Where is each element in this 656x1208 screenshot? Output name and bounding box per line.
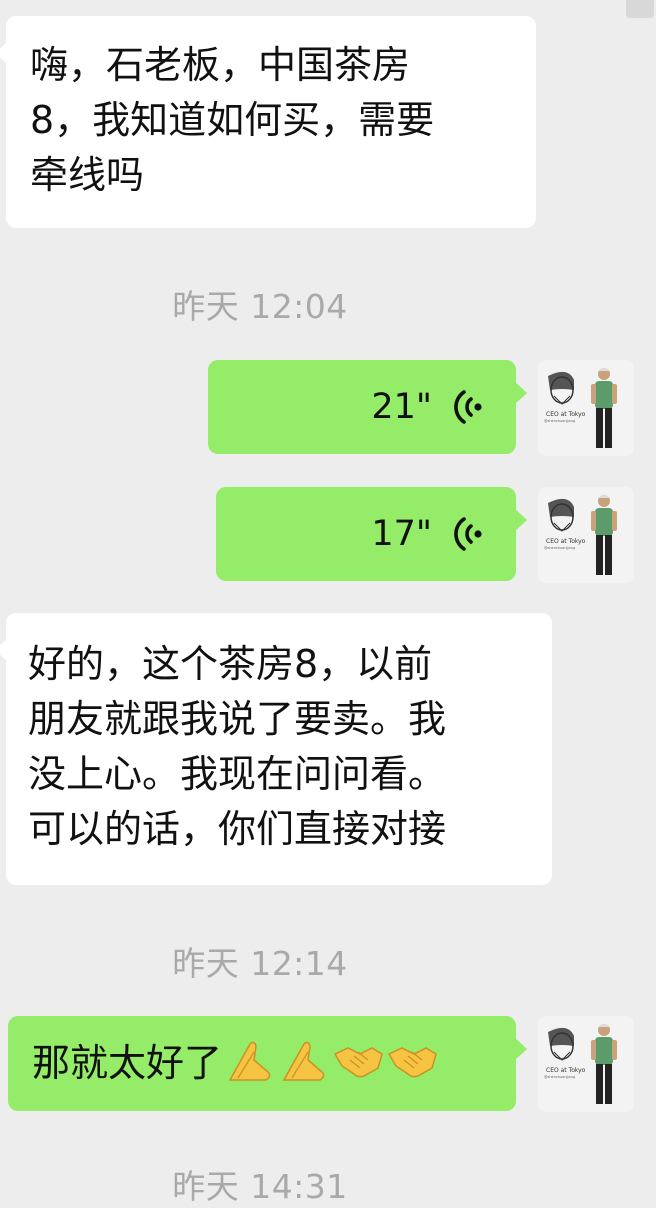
folded-hands-emoji [228,1041,271,1081]
timestamp: 昨天 12:14 [172,944,348,983]
handshake-emoji [333,1047,383,1078]
message-bubble-incoming[interactable]: 好的，这个茶房8，以前 朋友就跟我说了要卖。我 没上心。我现在问问看。 可以的话… [0,613,552,885]
folded-hands-emoji [282,1041,325,1081]
avatar-caption: CEO at Tokyo [546,411,586,418]
voice-wave-icon [454,517,482,551]
avatar-caption-sub: @zhenshuanjjang [544,419,575,423]
avatar-caption-sub: @zhenshuanjjang [544,1075,575,1079]
timestamp: 昨天 12:04 [172,287,348,326]
avatar[interactable]: CEO at Tokyo @zhenshuanjjang [538,360,634,456]
avatar-caption-sub: @zhenshuanjjang [544,546,575,550]
message-text: 好的，这个茶房8，以前 朋友就跟我说了要卖。我 没上心。我现在问问看。 可以的话… [28,642,447,851]
avatar[interactable]: CEO at Tokyo @zhenshuanjjang [538,487,634,583]
timestamp: 昨天 14:31 [172,1167,348,1206]
message-text: 那就太好了 [32,1041,223,1085]
handshake-emoji [387,1047,437,1078]
voice-wave-icon [454,390,482,424]
avatar-image: CEO at Tokyo @zhenshuanjjang [538,487,634,583]
avatar-caption: CEO at Tokyo [546,538,586,545]
message-bubble-incoming[interactable]: 嗨，石老板，中国茶房 8，我知道如何买，需要 牵线吗 [0,16,536,228]
avatar-image: CEO at Tokyo @zhenshuanjjang [538,360,634,456]
chat-area[interactable]: 嗨，石老板，中国茶房 8，我知道如何买，需要 牵线吗 昨天 12:04 21" … [0,0,656,1206]
voice-message-bubble[interactable]: 21" [208,360,527,454]
voice-message-bubble[interactable]: 17" [216,487,527,581]
message-bubble-outgoing[interactable]: 那就太好了 [8,1016,527,1111]
voice-duration: 17" [371,513,432,554]
voice-duration: 21" [371,386,432,427]
message-text: 嗨，石老板，中国茶房 8，我知道如何买，需要 牵线吗 [30,43,435,197]
avatar[interactable]: CEO at Tokyo @zhenshuanjjang [538,1016,634,1112]
avatar-image: CEO at Tokyo @zhenshuanjjang [538,1016,634,1112]
avatar-caption: CEO at Tokyo [546,1067,586,1074]
avatar-edge [626,0,654,18]
